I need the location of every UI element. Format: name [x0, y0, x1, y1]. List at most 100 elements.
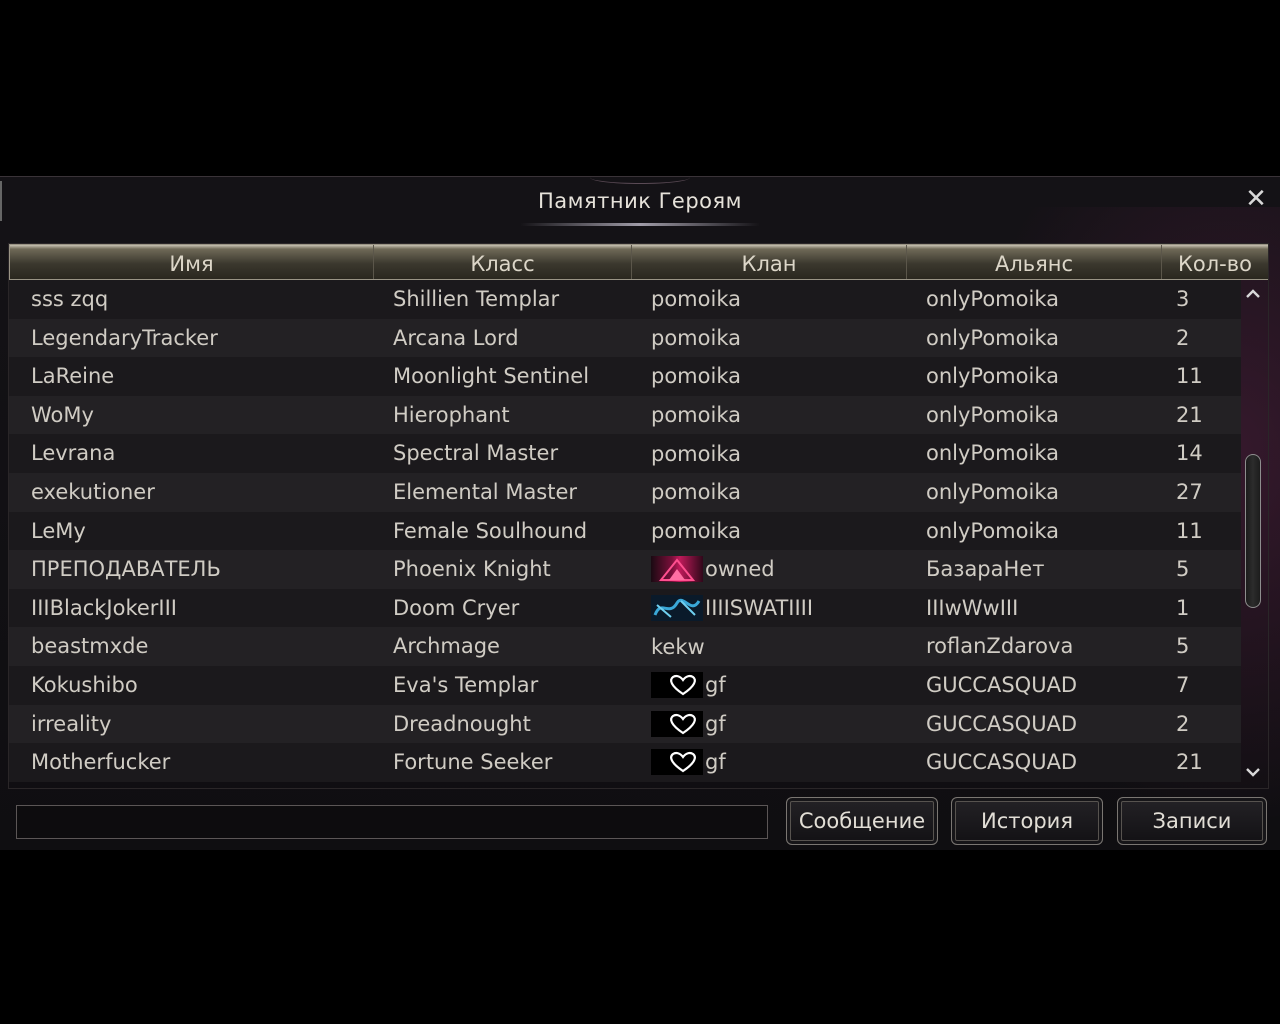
table-row[interactable]: LeMy Female Soulhound pomoika onlyPomoika 11 — [9, 511, 1241, 551]
hero-class-cell: Fortune Seeker — [393, 750, 553, 775]
hero-alliance-cell: onlyPomoika — [926, 287, 1059, 311]
message-button[interactable]: Сообщение — [786, 797, 938, 845]
scroll-down-icon[interactable] — [1242, 764, 1264, 784]
clan-name: kekw — [651, 634, 705, 659]
table-row[interactable]: beastmxde Archmage kekw roflanZdarova 5 — [9, 627, 1241, 666]
bottom-bar: Сообщение История Записи — [0, 789, 1280, 851]
hero-alliance-cell: onlyPomoika — [926, 325, 1059, 350]
clan-name: pomoika — [651, 403, 741, 428]
clan-crest-icon — [651, 556, 703, 583]
hero-count-cell: 2 — [1176, 711, 1190, 736]
column-header-alliance[interactable]: Альянс — [907, 245, 1162, 279]
hero-count-cell: 11 — [1176, 518, 1203, 543]
table-row[interactable]: LaReine Moonlight Sentinel pomoika onlyPomo… — [9, 357, 1241, 396]
column-header-clan[interactable]: Клан — [632, 245, 907, 279]
hero-clan-cell: pomoika — [629, 280, 904, 319]
clan-name: gf — [705, 673, 726, 698]
hero-name-cell: LaReine — [31, 364, 115, 389]
clan-name: IIIISWATIIII — [705, 596, 814, 621]
hero-clan-cell: pomoika — [629, 319, 904, 358]
table-row[interactable]: exekutioner Elemental Master pomoika onlyPo… — [9, 472, 1241, 512]
heroes-table: Имя Класс Клан Альянс Кол-во sss zqq Shil… — [8, 243, 1269, 789]
clan-name: pomoika — [651, 480, 741, 505]
hero-alliance-cell: onlyPomoika — [926, 479, 1059, 504]
hero-clan-cell: gf — [629, 743, 904, 782]
hero-count-cell: 5 — [1176, 634, 1190, 659]
scroll-up-icon[interactable] — [1242, 286, 1264, 306]
table-body: sss zqq Shillien Templar pomoika onlyPomoik… — [9, 280, 1241, 782]
hero-clan-cell: pomoika — [629, 357, 904, 396]
hero-alliance-cell: GUCCASQUAD — [926, 672, 1078, 697]
scroll-thumb[interactable] — [1245, 454, 1261, 608]
scrollbar[interactable] — [1242, 284, 1264, 784]
hero-alliance-cell: GUCCASQUAD — [926, 750, 1078, 775]
hero-count-cell: 21 — [1176, 402, 1203, 427]
clan-name: pomoika — [651, 364, 741, 389]
title-underline — [520, 223, 760, 226]
table-row[interactable]: Motherfucker Fortune Seeker gf GUCCASQUAD 21 — [9, 743, 1241, 782]
close-icon[interactable]: ✕ — [1242, 185, 1270, 213]
hero-count-cell: 14 — [1176, 441, 1203, 466]
hero-class-cell: Archmage — [393, 634, 500, 659]
hero-name-cell: irreality — [31, 711, 112, 736]
hero-clan-cell: IIIISWATIIII — [629, 589, 904, 628]
clan-crest-icon — [651, 595, 703, 622]
hero-name-cell: Levrana — [31, 441, 116, 466]
hero-name-cell: Kokushibo — [31, 672, 138, 697]
hero-alliance-cell: БазараНет — [926, 557, 1045, 582]
hero-class-cell: Spectral Master — [393, 441, 559, 466]
hero-alliance-cell: onlyPomoika — [926, 402, 1059, 427]
hero-class-cell: Moonlight Sentinel — [393, 364, 590, 389]
hero-name-cell: IIIBlackJokerIII — [31, 595, 177, 620]
hero-alliance-cell: onlyPomoika — [926, 364, 1059, 389]
clan-crest-icon — [651, 710, 703, 737]
hero-class-cell: Eva's Templar — [393, 672, 539, 697]
table-row[interactable]: sss zqq Shillien Templar pomoika onlyPomoik… — [9, 280, 1241, 319]
hero-name-cell: sss zqq — [31, 287, 109, 311]
table-row[interactable]: Levrana Spectral Master pomoika onlyPomoika… — [9, 434, 1241, 473]
message-input[interactable] — [16, 805, 768, 839]
clan-name: pomoika — [651, 325, 741, 350]
hero-class-cell: Dreadnought — [393, 711, 531, 736]
hero-count-cell: 2 — [1176, 325, 1190, 350]
hero-count-cell: 11 — [1176, 364, 1203, 389]
hero-clan-cell: kekw — [629, 627, 904, 666]
hero-clan-cell: owned — [629, 550, 904, 589]
hero-class-cell: Elemental Master — [393, 479, 578, 504]
hero-class-cell: Hierophant — [393, 402, 510, 427]
history-button[interactable]: История — [951, 797, 1103, 845]
title-ornament — [590, 171, 690, 184]
hero-alliance-cell: onlyPomoika — [926, 441, 1059, 466]
hero-name-cell: exekutioner — [31, 479, 155, 504]
hero-class-cell: Shillien Templar — [393, 287, 560, 311]
hero-monument-window: Памятник Героям ✕ Имя Класс Клан Альянс … — [0, 176, 1280, 850]
hero-name-cell: WoMy — [31, 402, 94, 427]
clan-name: pomoika — [651, 441, 741, 466]
hero-count-cell: 21 — [1176, 750, 1203, 775]
table-row[interactable]: IIIBlackJokerIII Doom Cryer IIIISWATIIII II… — [9, 588, 1241, 628]
table-row[interactable]: ПРЕПОДАВАТЕЛЬ Phoenix Knight owned БазараНе… — [9, 550, 1241, 589]
hero-alliance-cell: IIIwWwIII — [926, 595, 1019, 620]
hero-clan-cell: pomoika — [629, 473, 904, 512]
hero-count-cell: 3 — [1176, 287, 1190, 311]
hero-name-cell: LegendaryTracker — [31, 325, 218, 350]
table-row[interactable]: irreality Dreadnought gf GUCCASQUAD 2 — [9, 704, 1241, 744]
hero-name-cell: Motherfucker — [31, 750, 171, 775]
clan-name: gf — [705, 711, 726, 736]
hero-class-cell: Female Soulhound — [393, 518, 588, 543]
table-row[interactable]: Kokushibo Eva's Templar gf GUCCASQUAD 7 — [9, 665, 1241, 705]
table-row[interactable]: LegendaryTracker Arcana Lord pomoika onlyPo… — [9, 318, 1241, 358]
table-header: Имя Класс Клан Альянс Кол-во — [9, 244, 1268, 280]
hero-count-cell: 7 — [1176, 672, 1190, 697]
clan-crest-icon — [651, 749, 703, 776]
title-bar[interactable]: Памятник Героям ✕ — [0, 177, 1280, 227]
column-header-name[interactable]: Имя — [10, 245, 374, 279]
column-header-class[interactable]: Класс — [374, 245, 632, 279]
hero-alliance-cell: onlyPomoika — [926, 518, 1059, 543]
hero-clan-cell: gf — [629, 666, 904, 705]
hero-count-cell: 27 — [1176, 479, 1203, 504]
hero-name-cell: LeMy — [31, 518, 86, 543]
column-header-count[interactable]: Кол-во — [1162, 245, 1268, 279]
table-row[interactable]: WoMy Hierophant pomoika onlyPomoika 21 — [9, 395, 1241, 435]
records-button[interactable]: Записи — [1117, 797, 1267, 845]
